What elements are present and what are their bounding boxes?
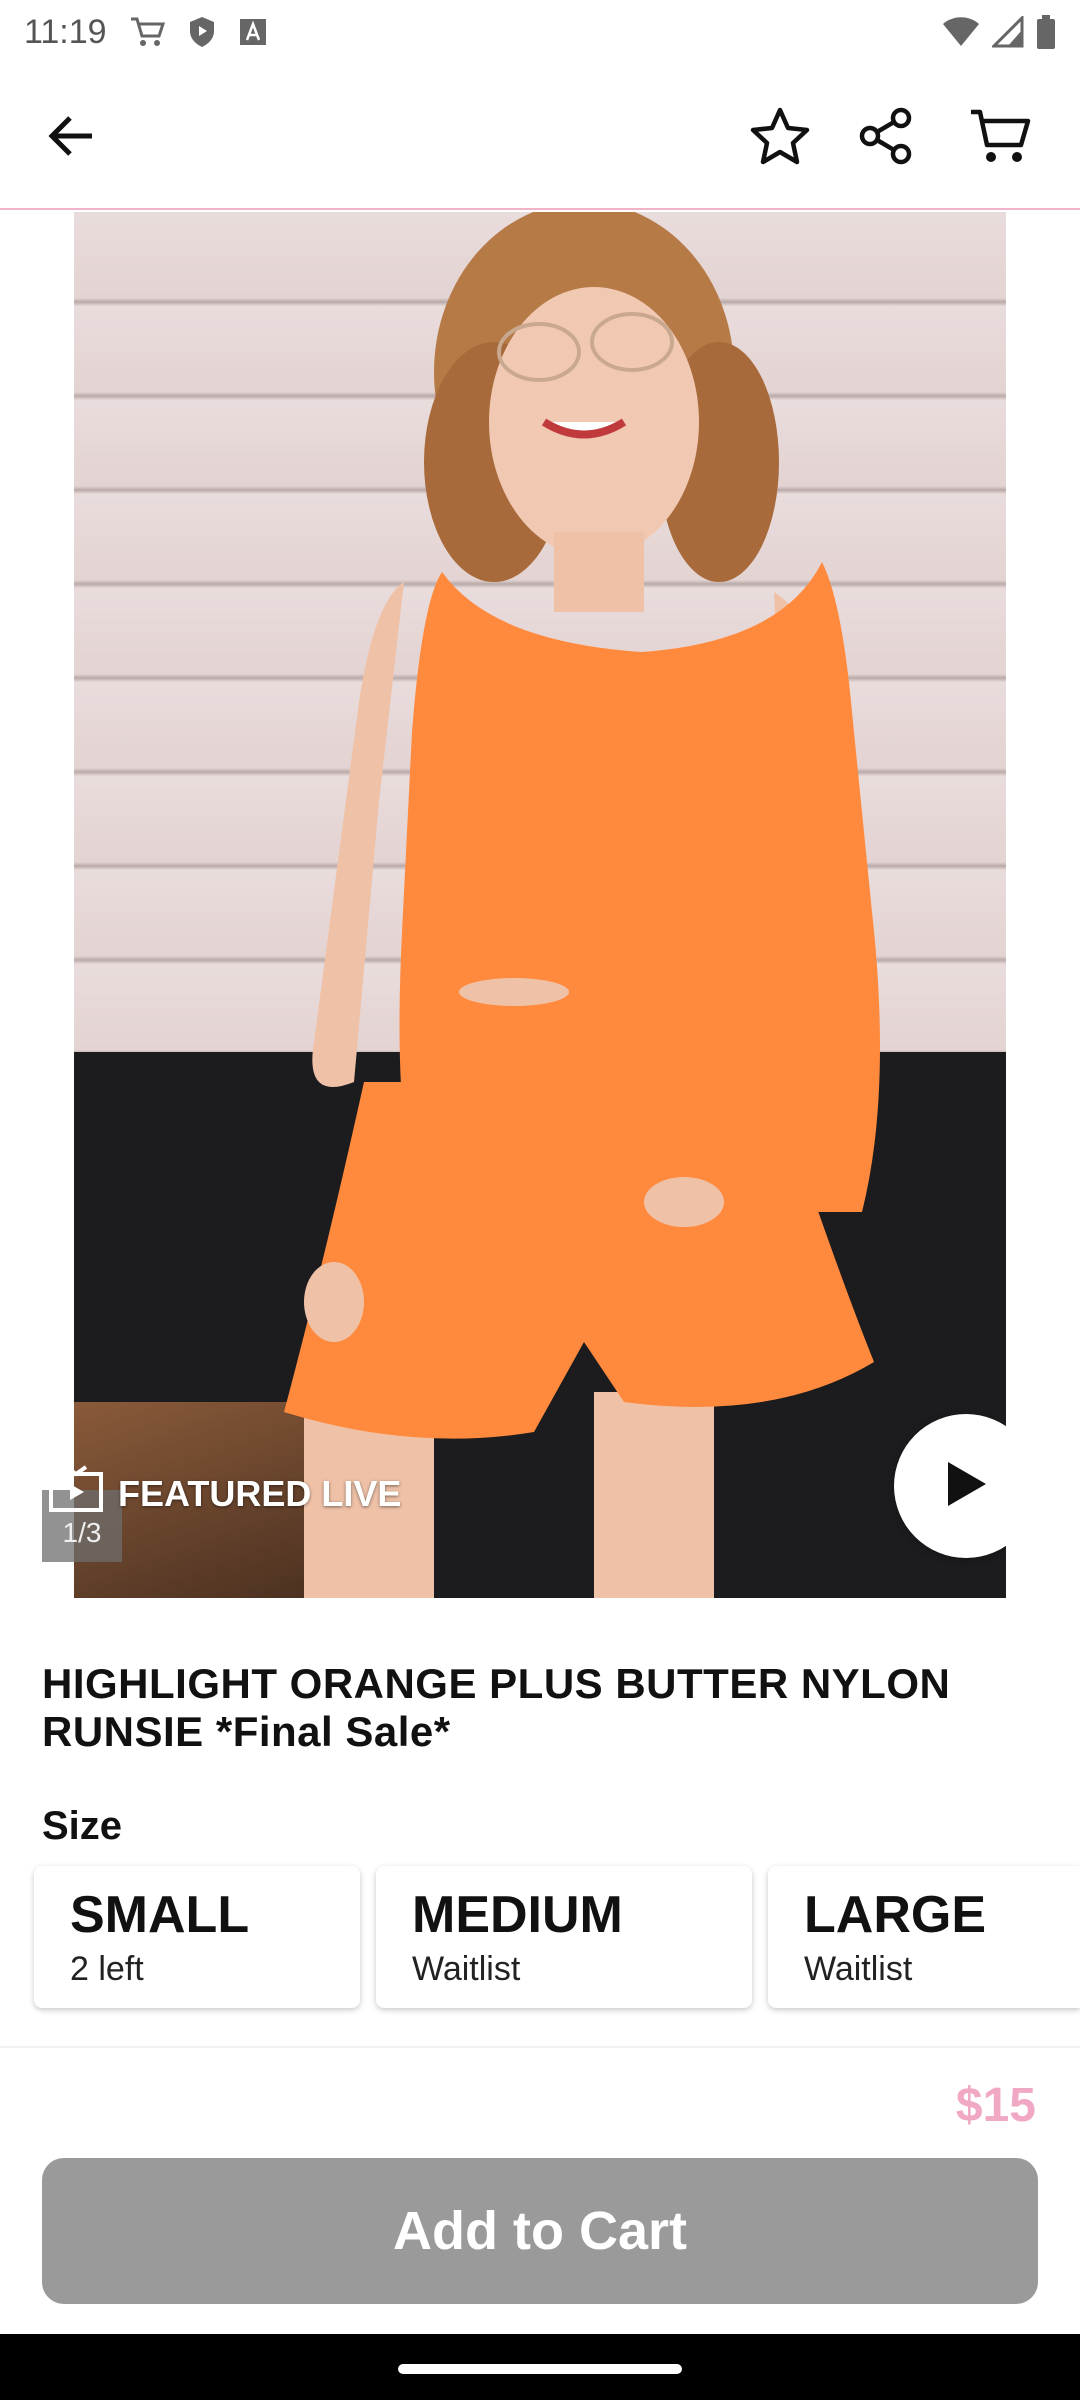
cart-notification-icon xyxy=(129,16,165,48)
size-label: Size xyxy=(42,1804,123,1848)
product-title: HIGHLIGHT ORANGE PLUS BUTTER NYLON RUNSI… xyxy=(42,1660,951,1755)
featured-live-label: FEATURED LIVE xyxy=(118,1472,402,1514)
status-bar: 11:19 xyxy=(0,0,1080,64)
size-name: LARGE xyxy=(804,1886,986,1944)
status-time: 11:19 xyxy=(24,12,107,51)
top-app-bar xyxy=(0,64,1080,210)
share-button[interactable] xyxy=(848,100,924,176)
add-to-cart-button[interactable]: Add to Cart xyxy=(42,2158,1038,2304)
favorite-button[interactable] xyxy=(742,100,818,176)
cart-button[interactable] xyxy=(962,100,1038,176)
size-stock: Waitlist xyxy=(412,1950,521,1988)
model-figure xyxy=(284,212,880,1598)
system-nav-bar xyxy=(0,2334,1080,2400)
a-box-icon xyxy=(239,18,267,46)
back-arrow-icon xyxy=(48,114,96,163)
tv-play-icon xyxy=(48,1464,104,1523)
cart-icon xyxy=(969,107,1031,170)
wifi-icon xyxy=(942,16,980,48)
signal-icon xyxy=(992,16,1024,48)
size-name: MEDIUM xyxy=(412,1886,623,1944)
size-name: SMALL xyxy=(70,1886,250,1944)
size-option-large[interactable]: LARGE Waitlist xyxy=(768,1866,1080,2008)
size-stock: Waitlist xyxy=(804,1950,913,1988)
star-outline-icon xyxy=(750,107,810,170)
back-button[interactable] xyxy=(34,100,110,176)
home-indicator[interactable] xyxy=(398,2364,682,2374)
product-info-sheet: HIGHLIGHT ORANGE PLUS BUTTER NYLON RUNSI… xyxy=(0,1598,1080,2044)
size-option-medium[interactable]: MEDIUM Waitlist xyxy=(376,1866,752,2008)
share-icon xyxy=(857,107,915,170)
product-price: $15 xyxy=(955,2079,1036,2132)
shield-play-icon xyxy=(187,15,217,49)
product-image[interactable] xyxy=(74,212,1006,1598)
play-icon xyxy=(942,1458,990,1515)
battery-icon xyxy=(1036,15,1056,49)
featured-live-badge[interactable]: FEATURED LIVE xyxy=(48,1464,401,1523)
bottom-action-panel: $15 Add to Cart xyxy=(0,2046,1080,2334)
size-option-small[interactable]: SMALL 2 left xyxy=(34,1866,360,2008)
size-stock: 2 left xyxy=(70,1950,144,1988)
